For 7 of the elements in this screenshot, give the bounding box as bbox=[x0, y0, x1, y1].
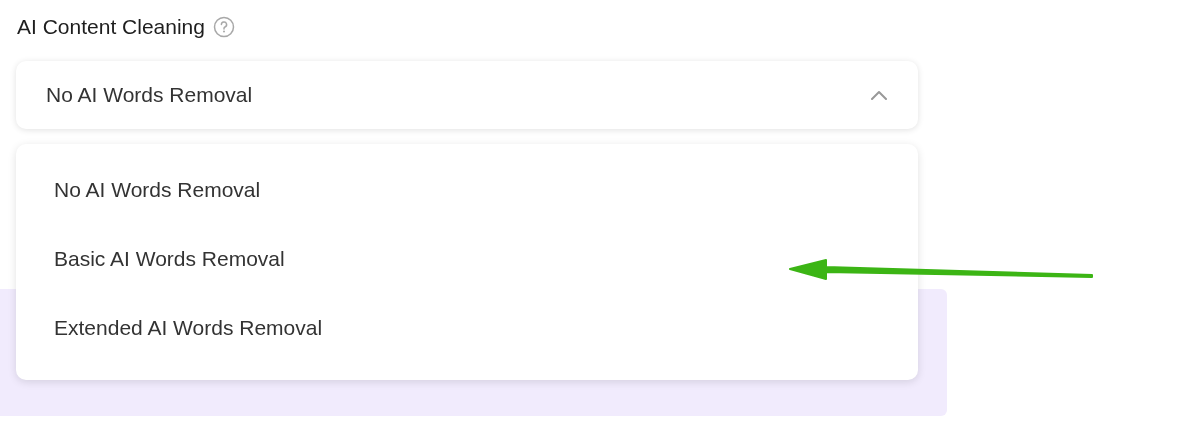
section-title: AI Content Cleaning bbox=[17, 15, 205, 39]
menu-option[interactable]: Extended AI Words Removal bbox=[54, 316, 323, 340]
dropdown-field[interactable]: No AI Words Removal bbox=[16, 61, 918, 129]
caret-icon bbox=[870, 90, 888, 100]
help-icon[interactable] bbox=[212, 16, 235, 38]
menu-option[interactable]: Basic AI Words Removal bbox=[54, 247, 285, 271]
menu-option[interactable]: No AI Words Removal bbox=[54, 178, 261, 202]
